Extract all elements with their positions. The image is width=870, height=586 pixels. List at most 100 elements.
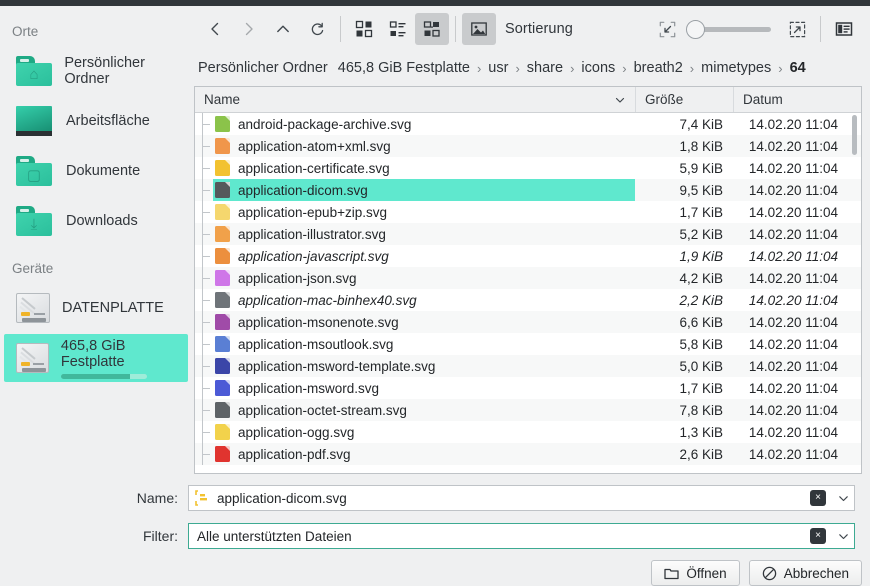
- cancel-button[interactable]: Abbrechen: [749, 560, 862, 586]
- name-form-row: Name: application-dicom.svg ×: [0, 485, 870, 511]
- name-input-value[interactable]: application-dicom.svg: [209, 491, 810, 506]
- file-name-cell[interactable]: application-atom+xml.svg: [195, 135, 635, 157]
- breadcrumb-item-usr[interactable]: usr: [488, 60, 508, 76]
- breadcrumb-item-breath2[interactable]: breath2: [634, 60, 683, 76]
- file-name-cell[interactable]: application-msoutlook.svg: [195, 333, 635, 355]
- breadcrumb-item-mimetypes[interactable]: mimetypes: [701, 60, 771, 76]
- sidebar-item-festplatte[interactable]: 465,8 GiB Festplatte: [4, 334, 188, 382]
- filter-input[interactable]: Alle unterstützten Dateien ×: [188, 523, 855, 549]
- table-row[interactable]: application-illustrator.svg5,2 KiB14.02.…: [195, 223, 861, 245]
- column-header-date[interactable]: Datum: [733, 87, 848, 112]
- file-name-label: application-atom+xml.svg: [238, 139, 391, 154]
- file-name-cell[interactable]: application-msword.svg: [195, 377, 635, 399]
- file-name-cell[interactable]: application-javascript.svg: [195, 245, 635, 267]
- table-row[interactable]: application-json.svg4,2 KiB14.02.20 11:0…: [195, 267, 861, 289]
- breadcrumb-item-share[interactable]: share: [527, 60, 563, 76]
- file-name-wrap: application-msword-template.svg: [213, 355, 441, 377]
- view-details-button[interactable]: [415, 13, 449, 45]
- zoom-out-button[interactable]: [650, 13, 684, 45]
- sidebar-item-documents[interactable]: ▢ Dokumente: [4, 147, 188, 195]
- file-size-cell: 1,7 KiB: [635, 205, 733, 220]
- file-name-cell[interactable]: application-json.svg: [195, 267, 635, 289]
- file-type-icon: [215, 446, 230, 462]
- file-name-cell[interactable]: android-package-archive.svg: [195, 113, 635, 135]
- name-dropdown-button[interactable]: [832, 486, 854, 510]
- file-name-cell[interactable]: application-msword-template.svg: [195, 355, 635, 377]
- back-button[interactable]: [198, 13, 232, 45]
- file-type-icon: [215, 358, 230, 374]
- sort-menu-button[interactable]: Sortierung: [505, 21, 573, 37]
- view-icons-button[interactable]: [347, 13, 381, 45]
- column-header-date-label: Datum: [743, 92, 783, 107]
- preview-toggle-button[interactable]: [462, 13, 496, 45]
- filter-input-value[interactable]: Alle unterstützten Dateien: [189, 529, 810, 544]
- table-row[interactable]: application-mac-binhex40.svg2,2 KiB14.02…: [195, 289, 861, 311]
- file-type-icon: [215, 248, 230, 264]
- up-button[interactable]: [266, 13, 300, 45]
- file-name-cell[interactable]: application-msonenote.svg: [195, 311, 635, 333]
- table-row[interactable]: application-pdf.svg2,6 KiB14.02.20 11:04: [195, 443, 861, 465]
- table-row[interactable]: application-javascript.svg1,9 KiB14.02.2…: [195, 245, 861, 267]
- zoom-in-button[interactable]: [780, 13, 814, 45]
- open-button-label: Öffnen: [686, 566, 726, 581]
- table-row[interactable]: application-msword.svg1,7 KiB14.02.20 11…: [195, 377, 861, 399]
- table-row[interactable]: application-ogg.svg1,3 KiB14.02.20 11:04: [195, 421, 861, 443]
- clear-filter-button[interactable]: ×: [810, 528, 826, 544]
- view-details-icon: [423, 20, 441, 38]
- table-row[interactable]: application-msoutlook.svg5,8 KiB14.02.20…: [195, 333, 861, 355]
- file-name-cell[interactable]: application-epub+zip.svg: [195, 201, 635, 223]
- sidebar-item-home[interactable]: ⌂ Persönlicher Ordner: [4, 47, 188, 95]
- file-name-cell[interactable]: application-illustrator.svg: [195, 223, 635, 245]
- table-row[interactable]: application-octet-stream.svg7,8 KiB14.02…: [195, 399, 861, 421]
- name-input[interactable]: application-dicom.svg ×: [188, 485, 855, 511]
- breadcrumb-separator: ›: [778, 61, 782, 76]
- view-compact-button[interactable]: [381, 13, 415, 45]
- file-name-wrap: application-octet-stream.svg: [213, 399, 413, 421]
- filter-dropdown-button[interactable]: [832, 524, 854, 548]
- clear-name-button[interactable]: ×: [810, 490, 826, 506]
- file-date-cell: 14.02.20 11:04: [733, 117, 848, 132]
- breadcrumb-item-icons[interactable]: icons: [581, 60, 615, 76]
- file-name-cell[interactable]: application-pdf.svg: [195, 443, 635, 465]
- table-row[interactable]: application-certificate.svg5,9 KiB14.02.…: [195, 157, 861, 179]
- file-date-cell: 14.02.20 11:04: [733, 271, 848, 286]
- toolbar-separator-1: [340, 16, 341, 42]
- zoom-out-icon: [659, 21, 676, 38]
- table-row[interactable]: application-epub+zip.svg1,7 KiB14.02.20 …: [195, 201, 861, 223]
- sidebar-item-downloads[interactable]: ⤓ Downloads: [4, 197, 188, 245]
- zoom-slider-track[interactable]: [693, 27, 771, 32]
- tree-branch-line: [195, 267, 213, 289]
- column-header-name-label: Name: [204, 92, 240, 107]
- table-row[interactable]: application-atom+xml.svg1,8 KiB14.02.20 …: [195, 135, 861, 157]
- file-name-cell[interactable]: application-mac-binhex40.svg: [195, 289, 635, 311]
- file-name-cell[interactable]: application-ogg.svg: [195, 421, 635, 443]
- zoom-slider[interactable]: [693, 27, 771, 32]
- breadcrumb-item-disk[interactable]: 465,8 GiB Festplatte: [338, 60, 470, 76]
- file-name-cell[interactable]: application-dicom.svg: [195, 179, 635, 201]
- file-name-cell[interactable]: application-octet-stream.svg: [195, 399, 635, 421]
- vertical-scrollbar[interactable]: [850, 115, 859, 471]
- column-header-name[interactable]: Name: [195, 87, 635, 112]
- sidebar-item-desktop[interactable]: Arbeitsfläche: [4, 97, 188, 145]
- table-row[interactable]: application-msword-template.svg5,0 KiB14…: [195, 355, 861, 377]
- column-header-size[interactable]: Größe: [635, 87, 733, 112]
- file-name-cell[interactable]: application-certificate.svg: [195, 157, 635, 179]
- table-row[interactable]: application-dicom.svg9,5 KiB14.02.20 11:…: [195, 179, 861, 201]
- file-size-cell: 5,9 KiB: [635, 161, 733, 176]
- table-row[interactable]: android-package-archive.svg7,4 KiB14.02.…: [195, 113, 861, 135]
- detail-panel-button[interactable]: [827, 13, 861, 45]
- zoom-slider-handle[interactable]: [686, 20, 705, 39]
- forward-button[interactable]: [232, 13, 266, 45]
- file-date-cell: 14.02.20 11:04: [733, 425, 848, 440]
- breadcrumb-item-current[interactable]: 64: [790, 60, 806, 76]
- table-row[interactable]: application-msonenote.svg6,6 KiB14.02.20…: [195, 311, 861, 333]
- breadcrumb-item-home[interactable]: Persönlicher Ordner: [198, 60, 328, 76]
- file-date-cell: 14.02.20 11:04: [733, 249, 848, 264]
- scrollbar-thumb[interactable]: [852, 115, 857, 155]
- reload-button[interactable]: [300, 13, 334, 45]
- file-name-wrap: application-pdf.svg: [213, 443, 357, 465]
- open-button[interactable]: Öffnen: [651, 560, 739, 586]
- sidebar-item-datenplatte[interactable]: DATENPLATTE: [4, 284, 188, 332]
- sidebar-item-label: Arbeitsfläche: [66, 113, 150, 129]
- places-sidebar: Orte ⌂ Persönlicher Ordner Arbeitsfläche…: [0, 14, 192, 484]
